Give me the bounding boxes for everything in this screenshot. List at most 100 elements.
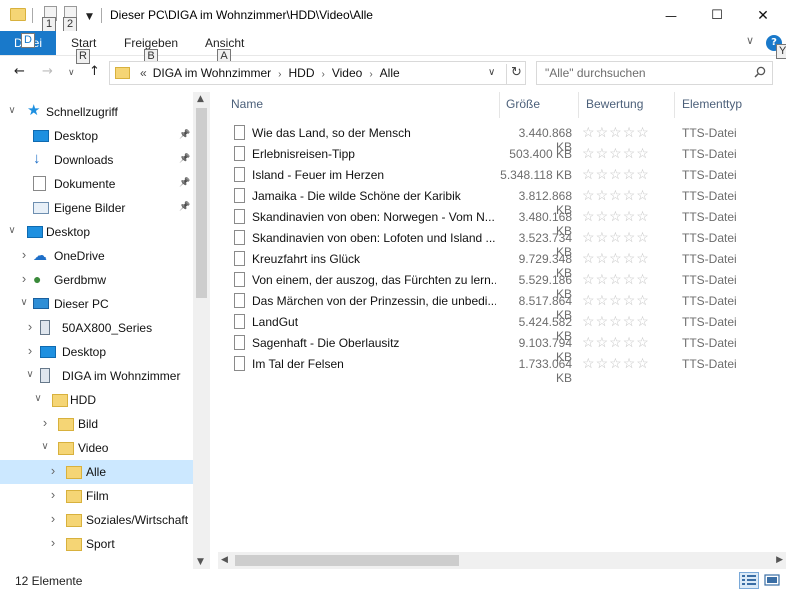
tab-view[interactable]: Ansicht bbox=[205, 36, 244, 50]
pin-icon[interactable]: 📌 bbox=[179, 177, 190, 188]
star-icon[interactable]: ☆ bbox=[609, 124, 623, 140]
chevron-right-icon[interactable]: › bbox=[369, 69, 372, 80]
search-icon[interactable] bbox=[754, 66, 766, 78]
star-icon[interactable]: ☆ bbox=[623, 313, 637, 329]
scroll-right-icon[interactable]: ▶ bbox=[776, 555, 783, 565]
nav-item-bild[interactable]: › Bild bbox=[0, 412, 193, 436]
star-icon[interactable]: ☆ bbox=[623, 124, 637, 140]
star-icon[interactable]: ☆ bbox=[609, 187, 623, 203]
star-icon[interactable]: ☆ bbox=[636, 313, 650, 329]
rating-stars[interactable]: ☆☆☆☆☆ bbox=[582, 292, 650, 309]
recent-locations-icon[interactable]: ∨ bbox=[68, 68, 75, 78]
nav-item-sport[interactable]: › Sport bbox=[0, 532, 193, 556]
star-icon[interactable]: ☆ bbox=[609, 334, 623, 350]
scroll-thumb[interactable] bbox=[196, 108, 207, 298]
star-icon[interactable]: ☆ bbox=[636, 166, 650, 182]
star-icon[interactable]: ☆ bbox=[582, 166, 596, 182]
table-row[interactable]: Im Tal der Felsen 1.733.064 KB ☆☆☆☆☆ TTS-Da… bbox=[230, 354, 786, 385]
table-row[interactable]: Von einem, der auszog, das Fürchten zu l… bbox=[230, 270, 786, 301]
pin-icon[interactable]: 📌 bbox=[179, 129, 190, 140]
customize-quick-access-icon[interactable]: ▼ bbox=[86, 12, 93, 22]
minimize-button[interactable]: — bbox=[648, 0, 694, 31]
table-row[interactable]: Skandinavien von oben: Lofoten und Islan… bbox=[230, 228, 786, 259]
rating-stars[interactable]: ☆☆☆☆☆ bbox=[582, 187, 650, 204]
pin-icon[interactable]: 📌 bbox=[179, 201, 190, 212]
star-icon[interactable]: ☆ bbox=[596, 124, 610, 140]
list-horizontal-scrollbar[interactable]: ◀ ▶ bbox=[218, 552, 786, 569]
star-icon[interactable]: ☆ bbox=[623, 145, 637, 161]
nav-item-onedrive[interactable]: › ☁ OneDrive bbox=[0, 244, 193, 268]
rating-stars[interactable]: ☆☆☆☆☆ bbox=[582, 313, 650, 330]
star-icon[interactable]: ☆ bbox=[582, 313, 596, 329]
breadcrumb-overflow[interactable]: « bbox=[140, 66, 147, 80]
rating-stars[interactable]: ☆☆☆☆☆ bbox=[582, 124, 650, 141]
chevron-down-icon[interactable]: ∨ bbox=[33, 393, 43, 404]
nav-item-dieser-pc[interactable]: ∨ Dieser PC bbox=[0, 292, 193, 316]
column-header-rating[interactable]: Bewertung bbox=[586, 97, 643, 111]
nav-item-diga-im-wohnzimmer[interactable]: ∨ DIGA im Wohnzimmer bbox=[0, 364, 193, 388]
nav-item-schnellzugriff[interactable]: ∨ ★ Schnellzugriff bbox=[0, 100, 193, 124]
tab-start[interactable]: Start bbox=[71, 36, 96, 50]
star-icon[interactable]: ☆ bbox=[582, 208, 596, 224]
address-bar[interactable]: « DIGA im Wohnzimmer › HDD › Video › Alle ∨ ↻ bbox=[109, 61, 526, 85]
chevron-right-icon[interactable]: › bbox=[48, 487, 58, 502]
star-icon[interactable]: ☆ bbox=[596, 187, 610, 203]
nav-item-video[interactable]: ∨ Video bbox=[0, 436, 193, 460]
star-icon[interactable]: ☆ bbox=[596, 292, 610, 308]
chevron-down-icon[interactable]: ∨ bbox=[25, 369, 35, 380]
search-box[interactable]: "Alle" durchsuchen bbox=[536, 61, 773, 85]
rating-stars[interactable]: ☆☆☆☆☆ bbox=[582, 145, 650, 162]
scroll-up-icon[interactable]: ▲ bbox=[197, 94, 204, 104]
chevron-right-icon[interactable]: › bbox=[19, 247, 29, 262]
rating-stars[interactable]: ☆☆☆☆☆ bbox=[582, 208, 650, 225]
star-icon[interactable]: ☆ bbox=[609, 145, 623, 161]
star-icon[interactable]: ☆ bbox=[582, 250, 596, 266]
chevron-down-icon[interactable]: ∨ bbox=[19, 297, 29, 308]
nav-item-downloads[interactable]: ↓ Downloads 📌 bbox=[0, 148, 193, 172]
chevron-right-icon[interactable]: › bbox=[48, 463, 58, 478]
expand-ribbon-icon[interactable]: ∨ bbox=[746, 34, 754, 47]
column-divider[interactable] bbox=[674, 92, 675, 118]
star-icon[interactable]: ☆ bbox=[636, 334, 650, 350]
chevron-right-icon[interactable]: › bbox=[278, 69, 281, 80]
table-row[interactable]: Kreuzfahrt ins Glück 9.729.348 KB ☆☆☆☆☆ TTS… bbox=[230, 249, 786, 280]
address-dropdown-icon[interactable]: ∨ bbox=[488, 67, 495, 78]
tab-share[interactable]: Freigeben bbox=[124, 36, 178, 50]
column-header-name[interactable]: Name bbox=[231, 97, 263, 111]
scroll-thumb[interactable] bbox=[235, 555, 459, 566]
nav-item-gerdbmw[interactable]: › ● Gerdbmw bbox=[0, 268, 193, 292]
star-icon[interactable]: ☆ bbox=[636, 229, 650, 245]
star-icon[interactable]: ☆ bbox=[582, 334, 596, 350]
breadcrumb-hdd[interactable]: HDD bbox=[289, 66, 315, 80]
star-icon[interactable]: ☆ bbox=[596, 271, 610, 287]
star-icon[interactable]: ☆ bbox=[636, 187, 650, 203]
star-icon[interactable]: ☆ bbox=[623, 334, 637, 350]
star-icon[interactable]: ☆ bbox=[623, 250, 637, 266]
star-icon[interactable]: ☆ bbox=[582, 145, 596, 161]
table-row[interactable]: Das Märchen von der Prinzessin, die unbe… bbox=[230, 291, 786, 322]
scroll-down-icon[interactable]: ▼ bbox=[197, 557, 204, 567]
chevron-right-icon[interactable]: › bbox=[40, 415, 50, 430]
chevron-down-icon[interactable]: ∨ bbox=[7, 105, 17, 116]
table-row[interactable]: Skandinavien von oben: Norwegen - Vom N.… bbox=[230, 207, 786, 238]
nav-item-alle[interactable]: › Alle bbox=[0, 460, 193, 484]
chevron-right-icon[interactable]: › bbox=[48, 535, 58, 550]
star-icon[interactable]: ☆ bbox=[609, 250, 623, 266]
star-icon[interactable]: ☆ bbox=[609, 229, 623, 245]
star-icon[interactable]: ☆ bbox=[596, 229, 610, 245]
breadcrumb-alle[interactable]: Alle bbox=[380, 66, 400, 80]
chevron-right-icon[interactable]: › bbox=[25, 319, 35, 334]
chevron-right-icon[interactable]: › bbox=[19, 271, 29, 286]
star-icon[interactable]: ☆ bbox=[596, 145, 610, 161]
star-icon[interactable]: ☆ bbox=[636, 124, 650, 140]
up-arrow-icon[interactable]: ↑ bbox=[89, 64, 100, 79]
refresh-icon[interactable]: ↻ bbox=[506, 64, 526, 84]
star-icon[interactable]: ☆ bbox=[582, 124, 596, 140]
column-header-type[interactable]: Elementtyp bbox=[682, 97, 742, 111]
chevron-down-icon[interactable]: ∨ bbox=[7, 225, 17, 236]
star-icon[interactable]: ☆ bbox=[609, 208, 623, 224]
star-icon[interactable]: ☆ bbox=[582, 187, 596, 203]
column-divider[interactable] bbox=[499, 92, 500, 118]
nav-item-hdd[interactable]: ∨ HDD bbox=[0, 388, 193, 412]
star-icon[interactable]: ☆ bbox=[623, 187, 637, 203]
